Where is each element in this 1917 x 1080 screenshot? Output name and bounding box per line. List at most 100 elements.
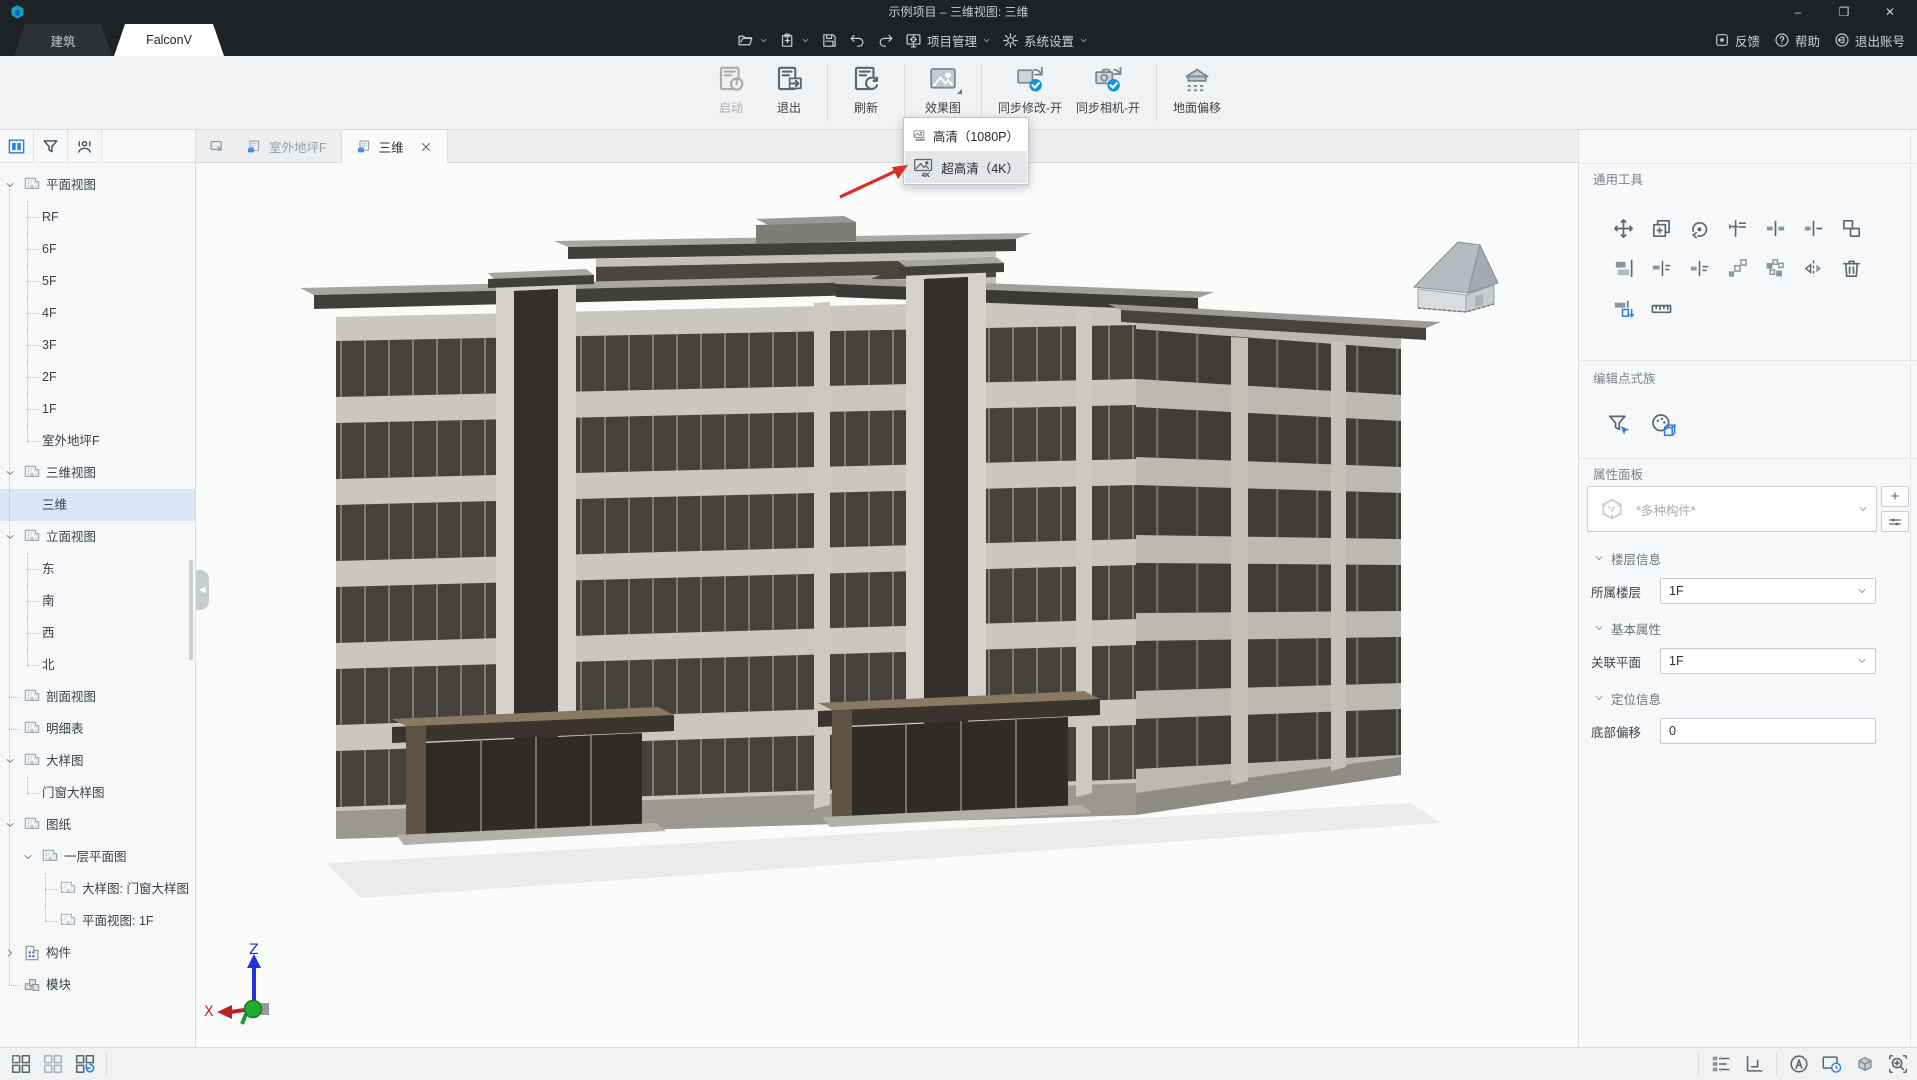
menu-item-image-4k[interactable]: 4K超高清（4K） <box>905 151 1027 183</box>
tree-item-构件[interactable]: 构件 <box>0 937 195 969</box>
tree-item-RF[interactable]: RF <box>0 201 195 233</box>
family-tool-material-cube[interactable] <box>1648 410 1678 440</box>
qat-gear[interactable]: 系统设置 <box>1002 31 1088 50</box>
chevron-down-icon[interactable] <box>4 819 16 831</box>
tree-item-平面视图: 1F[interactable]: 平面视图: 1F <box>0 905 195 937</box>
tree-item-图纸[interactable]: 图纸 <box>0 809 195 841</box>
ribbon-tab-architecture[interactable]: 建筑 <box>14 24 112 56</box>
tool-align-mid[interactable] <box>1680 248 1718 288</box>
float-view-button[interactable] <box>202 130 232 163</box>
关联平面-select[interactable]: 1F <box>1660 648 1876 674</box>
status-layer-list-icon[interactable] <box>1710 1053 1732 1075</box>
tool-copy[interactable] <box>1642 208 1680 248</box>
qat-paste[interactable] <box>779 32 810 49</box>
qat-monitor-gear[interactable]: 项目管理 <box>905 31 991 50</box>
tree-item-室外地坪F[interactable]: 室外地坪F <box>0 425 195 457</box>
close-icon[interactable] <box>419 140 433 154</box>
status-zoom-region-icon[interactable] <box>1887 1053 1909 1075</box>
tree-item-大样图: 门窗大样图[interactable]: 大样图: 门窗大样图 <box>0 873 195 905</box>
tree-toolbar-filter[interactable] <box>34 130 67 163</box>
tool-trim-single[interactable] <box>1794 208 1832 248</box>
ribbon-button-sync-camera[interactable]: 同步相机-开 <box>1069 56 1147 129</box>
tree-item-1F[interactable]: 1F <box>0 393 195 425</box>
chevron-down-icon[interactable] <box>4 467 16 479</box>
tool-trim-both[interactable] <box>1756 208 1794 248</box>
qat-redo[interactable] <box>877 32 894 49</box>
tree-item-大样图[interactable]: 大样图 <box>0 745 195 777</box>
account-feedback[interactable]: 反馈 <box>1714 31 1760 50</box>
tool-offset-steps[interactable] <box>1718 248 1756 288</box>
底部偏移-input[interactable]: 0 <box>1660 718 1876 744</box>
menu-item-image-1080p[interactable]: 1080P高清（1080P） <box>905 119 1027 151</box>
tool-align-stack[interactable] <box>1604 248 1642 288</box>
ribbon-button-refresh[interactable]: 刷新 <box>837 56 895 129</box>
status-window-history-icon[interactable] <box>1821 1053 1843 1075</box>
tree-item-2F[interactable]: 2F <box>0 361 195 393</box>
tree-item-三维视图[interactable]: 三维视图 <box>0 457 195 489</box>
add-type-button[interactable]: + <box>1881 486 1909 507</box>
status-grid-plain-icon[interactable] <box>42 1053 64 1075</box>
tree-item-6F[interactable]: 6F <box>0 233 195 265</box>
tree-item-西[interactable]: 西 <box>0 617 195 649</box>
tree-scrollbar[interactable] <box>189 560 193 660</box>
tree-item-南[interactable]: 南 <box>0 585 195 617</box>
ribbon-tab-falconv[interactable]: FalconV <box>114 24 224 56</box>
chevron-right-icon[interactable] <box>4 947 16 959</box>
tree-item-剖面视图[interactable]: 剖面视图 <box>0 681 195 713</box>
status-plan-extent-icon[interactable] <box>1743 1053 1765 1075</box>
tool-pick-similar[interactable] <box>1832 208 1870 248</box>
tree-item-三维[interactable]: 三维 <box>0 489 195 521</box>
chevron-down-icon[interactable] <box>4 531 16 543</box>
section-header-楼层信息[interactable]: 楼层信息 <box>1579 544 1917 572</box>
minimize-button[interactable]: – <box>1779 0 1817 24</box>
tool-measure[interactable] <box>1642 288 1680 328</box>
type-selector[interactable]: *多种构件* <box>1587 486 1877 532</box>
tree-item-平面视图[interactable]: 平面视图 <box>0 169 195 201</box>
panel-collapse-handle[interactable]: ◄ <box>196 570 209 610</box>
ribbon-button-ground-offset[interactable]: 地面偏移 <box>1166 56 1228 129</box>
status-auto-a-icon[interactable] <box>1788 1053 1810 1075</box>
tree-item-5F[interactable]: 5F <box>0 265 195 297</box>
tool-trim-corner[interactable] <box>1718 208 1756 248</box>
view-orientation-house[interactable] <box>1392 225 1512 325</box>
family-tool-filter-select[interactable] <box>1604 410 1634 440</box>
tree-item-4F[interactable]: 4F <box>0 297 195 329</box>
qat-folder-open[interactable] <box>737 32 768 49</box>
tree-item-门窗大样图[interactable]: 门窗大样图 <box>0 777 195 809</box>
tree-item-立面视图[interactable]: 立面视图 <box>0 521 195 553</box>
chevron-down-icon[interactable] <box>4 179 16 191</box>
chevron-down-icon[interactable] <box>22 851 34 863</box>
qat-undo[interactable] <box>849 32 866 49</box>
tree-item-明细表[interactable]: 明细表 <box>0 713 195 745</box>
section-header-定位信息[interactable]: 定位信息 <box>1579 684 1917 712</box>
ribbon-button-exit[interactable]: 退出 <box>760 56 818 129</box>
account-logout[interactable]: 退出账号 <box>1834 31 1905 50</box>
view-tab-室外地坪F[interactable]: 室外地坪F <box>232 130 341 163</box>
status-cube-3d-icon[interactable] <box>1854 1053 1876 1075</box>
tool-mirror[interactable] <box>1794 248 1832 288</box>
tree-item-模块[interactable]: 模块 <box>0 969 195 1001</box>
tree-toolbar-panel-columns[interactable] <box>0 130 33 163</box>
tool-array-scatter[interactable] <box>1756 248 1794 288</box>
status-select-grid-icon[interactable] <box>10 1053 32 1075</box>
tree-toolbar-locate[interactable] <box>68 130 101 163</box>
tree-item-一层平面图[interactable]: 一层平面图 <box>0 841 195 873</box>
所属楼层-select[interactable]: 1F <box>1660 578 1876 604</box>
tool-stretch[interactable] <box>1604 288 1642 328</box>
tool-move[interactable] <box>1604 208 1642 248</box>
adjust-properties-button[interactable] <box>1881 511 1909 532</box>
viewport-3d[interactable]: ◄ Z X <box>196 163 1578 1047</box>
close-button[interactable]: ✕ <box>1871 0 1909 24</box>
section-header-基本属性[interactable]: 基本属性 <box>1579 614 1917 642</box>
account-help[interactable]: 帮助 <box>1774 31 1820 50</box>
view-tab-三维[interactable]: 三维 <box>341 130 448 163</box>
tree-item-3F[interactable]: 3F <box>0 329 195 361</box>
chevron-down-icon[interactable] <box>4 755 16 767</box>
maximize-button[interactable]: ❐ <box>1825 0 1863 24</box>
status-grid-reset-icon[interactable] <box>74 1053 96 1075</box>
tool-rotate[interactable] <box>1680 208 1718 248</box>
tree-item-东[interactable]: 东 <box>0 553 195 585</box>
tool-align-end[interactable] <box>1642 248 1680 288</box>
qat-save[interactable] <box>821 32 838 49</box>
tool-delete[interactable] <box>1832 248 1870 288</box>
